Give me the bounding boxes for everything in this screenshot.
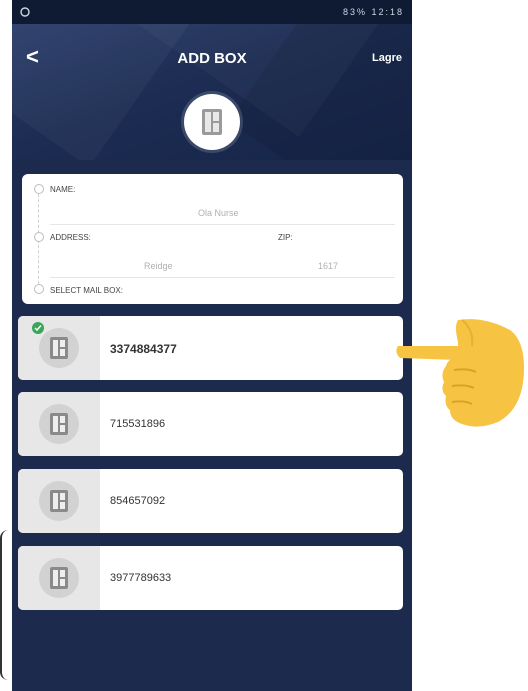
status-time: 12:18 — [371, 7, 404, 17]
address-field[interactable]: Reidge — [144, 261, 173, 271]
divider — [50, 277, 395, 278]
status-icons: 83% 12:18 — [343, 7, 404, 17]
mailbox-number: 854657092 — [110, 495, 166, 507]
zip-field[interactable]: 1617 — [318, 261, 338, 271]
mailbox-icon — [50, 567, 68, 589]
mailbox-thumb — [18, 469, 100, 533]
mailbox-number: 3374884377 — [110, 342, 177, 356]
status-bar: 83% 12:18 — [12, 0, 412, 24]
notification-icon — [20, 7, 30, 17]
phone-screen: 83% 12:18 < ADD BOX Lagre NAME: Ola Nurs… — [12, 0, 412, 691]
select-mailbox-label: SELECT MAIL BOX: — [50, 286, 123, 295]
device-edge — [0, 530, 14, 680]
address-label: ADDRESS: — [50, 233, 91, 242]
mailbox-item[interactable]: 854657092 — [18, 469, 403, 533]
pointing-hand-icon — [396, 319, 524, 427]
mailbox-icon — [50, 413, 68, 435]
mailbox-number: 715531896 — [110, 418, 166, 430]
zip-label: ZIP: — [278, 233, 293, 242]
mailbox-avatar — [184, 94, 240, 150]
mailbox-thumb — [18, 546, 100, 610]
page-title: ADD BOX — [177, 50, 247, 67]
mailbox-icon — [50, 490, 68, 512]
mailbox-number: 3977789633 — [110, 572, 172, 584]
battery-level: 83% — [342, 7, 367, 17]
form-dot — [34, 232, 44, 242]
selected-check-icon — [32, 322, 44, 334]
name-label: NAME: — [50, 185, 76, 194]
divider — [50, 224, 395, 225]
mailbox-thumb — [18, 392, 100, 456]
save-button[interactable]: Lagre — [372, 52, 402, 64]
mailbox-item[interactable]: 3977789633 — [18, 546, 403, 610]
mailbox-icon — [202, 109, 222, 135]
name-field[interactable]: Ola Nurse — [198, 208, 239, 218]
form-dot — [34, 284, 44, 294]
header: < ADD BOX Lagre — [12, 24, 412, 160]
mailbox-item[interactable]: 715531896 — [18, 392, 403, 456]
mailbox-icon — [50, 337, 68, 359]
mailbox-thumb — [18, 316, 100, 380]
address-form: NAME: Ola Nurse ADDRESS: ZIP: Reidge 161… — [22, 174, 403, 304]
mailbox-item[interactable]: 3374884377 — [18, 316, 403, 380]
form-dot — [34, 184, 44, 194]
